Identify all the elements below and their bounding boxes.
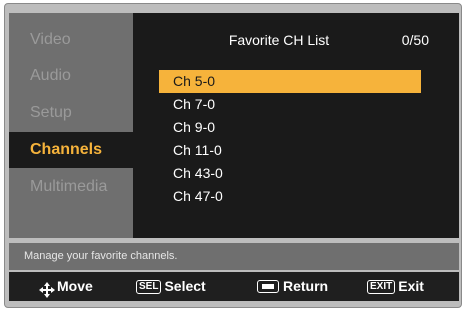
channel-list: Ch 5-0 Ch 7-0 Ch 9-0 Ch 11-0 Ch 43-0 Ch … — [159, 70, 421, 208]
favorite-count: 0/50 — [401, 32, 429, 48]
select-hint[interactable]: SEL Select — [136, 272, 206, 301]
channel-item[interactable]: Ch 5-0 — [159, 70, 421, 93]
sidebar: Video Audio Setup Channels Multimedia — [9, 13, 133, 238]
select-label: Select — [164, 278, 206, 294]
exit-key-icon: EXIT — [367, 279, 396, 294]
channel-item[interactable]: Ch 43-0 — [159, 162, 421, 185]
return-hint[interactable]: Return — [257, 272, 328, 301]
page-title: Favorite CH List — [228, 32, 330, 48]
channel-item[interactable]: Ch 47-0 — [159, 185, 421, 208]
help-bar: Manage your favorite channels. — [9, 243, 459, 270]
channel-item[interactable]: Ch 11-0 — [159, 139, 421, 162]
channel-item[interactable]: Ch 7-0 — [159, 93, 421, 116]
move-hint[interactable]: Move — [39, 272, 93, 301]
sidebar-item-setup[interactable]: Setup — [9, 95, 133, 131]
return-key-icon — [257, 280, 279, 293]
exit-label: Exit — [398, 278, 424, 294]
help-text: Manage your favorite channels. — [24, 250, 178, 262]
footer-bar: Move SEL Select Return EXIT Exit — [9, 272, 459, 301]
move-label: Move — [57, 278, 93, 294]
sidebar-item-video[interactable]: Video — [9, 22, 133, 58]
four-way-arrow-icon — [39, 279, 55, 298]
sidebar-item-channels[interactable]: Channels — [9, 132, 133, 168]
return-label: Return — [283, 278, 329, 294]
exit-hint[interactable]: EXIT Exit — [367, 272, 424, 301]
main-panel: Favorite CH List 0/50 Ch 5-0 Ch 7-0 Ch 9… — [133, 13, 459, 238]
sidebar-item-audio[interactable]: Audio — [9, 58, 133, 94]
sel-key-icon: SEL — [136, 279, 162, 294]
channel-item[interactable]: Ch 9-0 — [159, 116, 421, 139]
sidebar-item-multimedia[interactable]: Multimedia — [9, 169, 133, 205]
